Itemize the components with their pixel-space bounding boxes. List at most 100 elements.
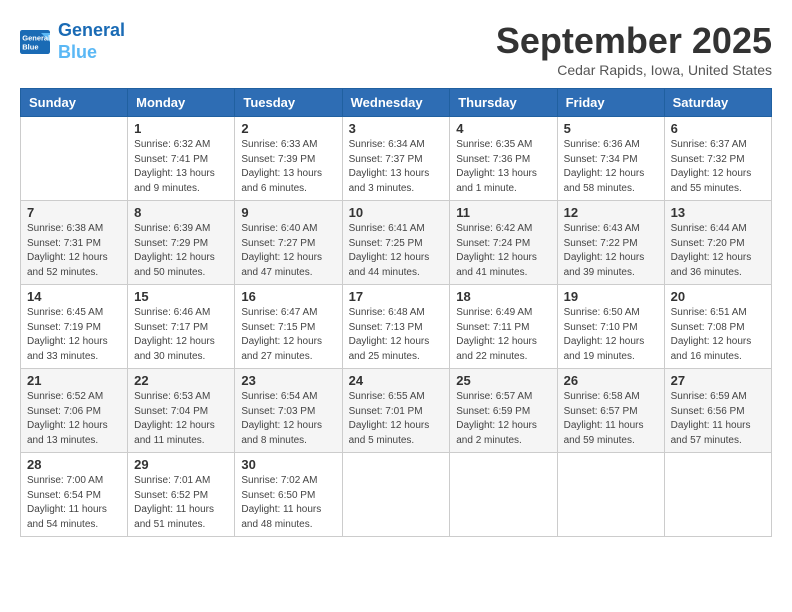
- day-of-week-header: Sunday: [21, 89, 128, 117]
- calendar-day-cell: 1 Sunrise: 6:32 AMSunset: 7:41 PMDaylight…: [128, 117, 235, 201]
- day-info: Sunrise: 6:40 AMSunset: 7:27 PMDaylight:…: [241, 222, 335, 280]
- calendar-day-cell: 15Sunrise: 6:46 AMSunset: 7:17 PMDayligh…: [128, 285, 235, 369]
- day-info: Sunrise: 6:49 AMSunset: 7:11 PMDaylight:…: [456, 306, 550, 364]
- day-number: 30: [241, 457, 335, 472]
- calendar-day-cell: 26 Sunrise: 6:58 AMSunset: 6:57 PMDayligh…: [557, 369, 664, 453]
- calendar-day-cell: 22Sunrise: 6:53 AMSunset: 7:04 PMDayligh…: [128, 369, 235, 453]
- day-number: 22: [134, 373, 228, 388]
- day-number: 6: [671, 121, 765, 136]
- day-info: Sunrise: 6:33 AMSunset: 7:39 PMDaylight:…: [241, 138, 335, 196]
- calendar-week-row: 14Sunrise: 6:45 AMSunset: 7:19 PMDayligh…: [21, 285, 772, 369]
- calendar-day-cell: 28Sunrise: 7:00 AMSunset: 6:54 PMDayligh…: [21, 453, 128, 537]
- day-number: 5: [564, 121, 658, 136]
- calendar-table: SundayMondayTuesdayWednesdayThursdayFrid…: [20, 88, 772, 537]
- calendar-week-row: 21Sunrise: 6:52 AMSunset: 7:06 PMDayligh…: [21, 369, 772, 453]
- day-info: Sunrise: 6:34 AMSunset: 7:37 PMDaylight:…: [349, 138, 444, 196]
- day-number: 18: [456, 289, 550, 304]
- calendar-day-cell: 23Sunrise: 6:54 AMSunset: 7:03 PMDayligh…: [235, 369, 342, 453]
- day-info: Sunrise: 6:41 AMSunset: 7:25 PMDaylight:…: [349, 222, 444, 280]
- calendar-day-cell: 21Sunrise: 6:52 AMSunset: 7:06 PMDayligh…: [21, 369, 128, 453]
- day-info: Sunrise: 6:37 AMSunset: 7:32 PMDaylight:…: [671, 138, 765, 196]
- day-of-week-header: Tuesday: [235, 89, 342, 117]
- day-number: 4: [456, 121, 550, 136]
- calendar-day-cell: 27 Sunrise: 6:59 AMSunset: 6:56 PMDayligh…: [664, 369, 771, 453]
- day-number: 3: [349, 121, 444, 136]
- calendar-day-cell: 13 Sunrise: 6:44 AMSunset: 7:20 PMDayligh…: [664, 201, 771, 285]
- logo-icon: General Blue: [20, 30, 50, 54]
- calendar-day-cell: 25 Sunrise: 6:57 AMSunset: 6:59 PMDayligh…: [450, 369, 557, 453]
- day-number: 19: [564, 289, 658, 304]
- day-of-week-header: Friday: [557, 89, 664, 117]
- calendar-day-cell: 2 Sunrise: 6:33 AMSunset: 7:39 PMDaylight…: [235, 117, 342, 201]
- day-info: Sunrise: 6:45 AMSunset: 7:19 PMDaylight:…: [27, 306, 121, 364]
- calendar-day-cell: 10Sunrise: 6:41 AMSunset: 7:25 PMDayligh…: [342, 201, 450, 285]
- day-info: Sunrise: 6:50 AMSunset: 7:10 PMDaylight:…: [564, 306, 658, 364]
- calendar-header-row: SundayMondayTuesdayWednesdayThursdayFrid…: [21, 89, 772, 117]
- day-info: Sunrise: 6:43 AMSunset: 7:22 PMDaylight:…: [564, 222, 658, 280]
- location: Cedar Rapids, Iowa, United States: [496, 62, 772, 78]
- calendar-week-row: 1 Sunrise: 6:32 AMSunset: 7:41 PMDaylight…: [21, 117, 772, 201]
- day-number: 13: [671, 205, 765, 220]
- day-number: 20: [671, 289, 765, 304]
- day-number: 16: [241, 289, 335, 304]
- day-info: Sunrise: 6:55 AMSunset: 7:01 PMDaylight:…: [349, 390, 444, 448]
- day-number: 28: [27, 457, 121, 472]
- day-of-week-header: Monday: [128, 89, 235, 117]
- calendar-day-cell: 14Sunrise: 6:45 AMSunset: 7:19 PMDayligh…: [21, 285, 128, 369]
- day-of-week-header: Wednesday: [342, 89, 450, 117]
- calendar-day-cell: 9 Sunrise: 6:40 AMSunset: 7:27 PMDaylight…: [235, 201, 342, 285]
- calendar-day-cell: [664, 453, 771, 537]
- day-number: 9: [241, 205, 335, 220]
- day-number: 23: [241, 373, 335, 388]
- day-number: 24: [349, 373, 444, 388]
- day-number: 11: [456, 205, 550, 220]
- day-number: 17: [349, 289, 444, 304]
- day-info: Sunrise: 7:01 AMSunset: 6:52 PMDaylight:…: [134, 474, 228, 532]
- calendar-week-row: 7Sunrise: 6:38 AMSunset: 7:31 PMDaylight…: [21, 201, 772, 285]
- day-number: 25: [456, 373, 550, 388]
- calendar-day-cell: 30 Sunrise: 7:02 AMSunset: 6:50 PMDayligh…: [235, 453, 342, 537]
- day-number: 27: [671, 373, 765, 388]
- calendar-day-cell: [21, 117, 128, 201]
- calendar-day-cell: 5Sunrise: 6:36 AMSunset: 7:34 PMDaylight…: [557, 117, 664, 201]
- day-info: Sunrise: 6:48 AMSunset: 7:13 PMDaylight:…: [349, 306, 444, 364]
- day-info: Sunrise: 6:47 AMSunset: 7:15 PMDaylight:…: [241, 306, 335, 364]
- calendar-day-cell: 6 Sunrise: 6:37 AMSunset: 7:32 PMDaylight…: [664, 117, 771, 201]
- day-number: 26: [564, 373, 658, 388]
- calendar-day-cell: 4 Sunrise: 6:35 AMSunset: 7:36 PMDaylight…: [450, 117, 557, 201]
- svg-text:General: General: [22, 33, 50, 42]
- calendar-day-cell: 11 Sunrise: 6:42 AMSunset: 7:24 PMDayligh…: [450, 201, 557, 285]
- day-info: Sunrise: 6:42 AMSunset: 7:24 PMDaylight:…: [456, 222, 550, 280]
- calendar-day-cell: 20Sunrise: 6:51 AMSunset: 7:08 PMDayligh…: [664, 285, 771, 369]
- calendar-day-cell: 12 Sunrise: 6:43 AMSunset: 7:22 PMDayligh…: [557, 201, 664, 285]
- day-number: 12: [564, 205, 658, 220]
- calendar-day-cell: [557, 453, 664, 537]
- day-info: Sunrise: 6:35 AMSunset: 7:36 PMDaylight:…: [456, 138, 550, 196]
- day-info: Sunrise: 6:57 AMSunset: 6:59 PMDaylight:…: [456, 390, 550, 448]
- logo-text: General Blue: [58, 20, 125, 63]
- day-info: Sunrise: 7:02 AMSunset: 6:50 PMDaylight:…: [241, 474, 335, 532]
- calendar-day-cell: 7Sunrise: 6:38 AMSunset: 7:31 PMDaylight…: [21, 201, 128, 285]
- logo: General Blue General Blue: [20, 20, 125, 63]
- day-info: Sunrise: 6:59 AMSunset: 6:56 PMDaylight:…: [671, 390, 765, 448]
- calendar-day-cell: 8 Sunrise: 6:39 AMSunset: 7:29 PMDaylight…: [128, 201, 235, 285]
- day-info: Sunrise: 6:32 AMSunset: 7:41 PMDaylight:…: [134, 138, 228, 196]
- svg-text:Blue: Blue: [22, 42, 38, 51]
- title-block: September 2025 Cedar Rapids, Iowa, Unite…: [496, 20, 772, 78]
- day-info: Sunrise: 6:39 AMSunset: 7:29 PMDaylight:…: [134, 222, 228, 280]
- day-number: 8: [134, 205, 228, 220]
- day-number: 2: [241, 121, 335, 136]
- day-number: 1: [134, 121, 228, 136]
- calendar-day-cell: 19 Sunrise: 6:50 AMSunset: 7:10 PMDayligh…: [557, 285, 664, 369]
- calendar-day-cell: 18 Sunrise: 6:49 AMSunset: 7:11 PMDayligh…: [450, 285, 557, 369]
- day-info: Sunrise: 6:38 AMSunset: 7:31 PMDaylight:…: [27, 222, 121, 280]
- day-info: Sunrise: 6:44 AMSunset: 7:20 PMDaylight:…: [671, 222, 765, 280]
- day-info: Sunrise: 6:58 AMSunset: 6:57 PMDaylight:…: [564, 390, 658, 448]
- day-of-week-header: Thursday: [450, 89, 557, 117]
- day-number: 15: [134, 289, 228, 304]
- calendar-week-row: 28Sunrise: 7:00 AMSunset: 6:54 PMDayligh…: [21, 453, 772, 537]
- calendar-day-cell: [450, 453, 557, 537]
- calendar-day-cell: [342, 453, 450, 537]
- page-header: General Blue General Blue September 2025…: [20, 20, 772, 78]
- day-number: 29: [134, 457, 228, 472]
